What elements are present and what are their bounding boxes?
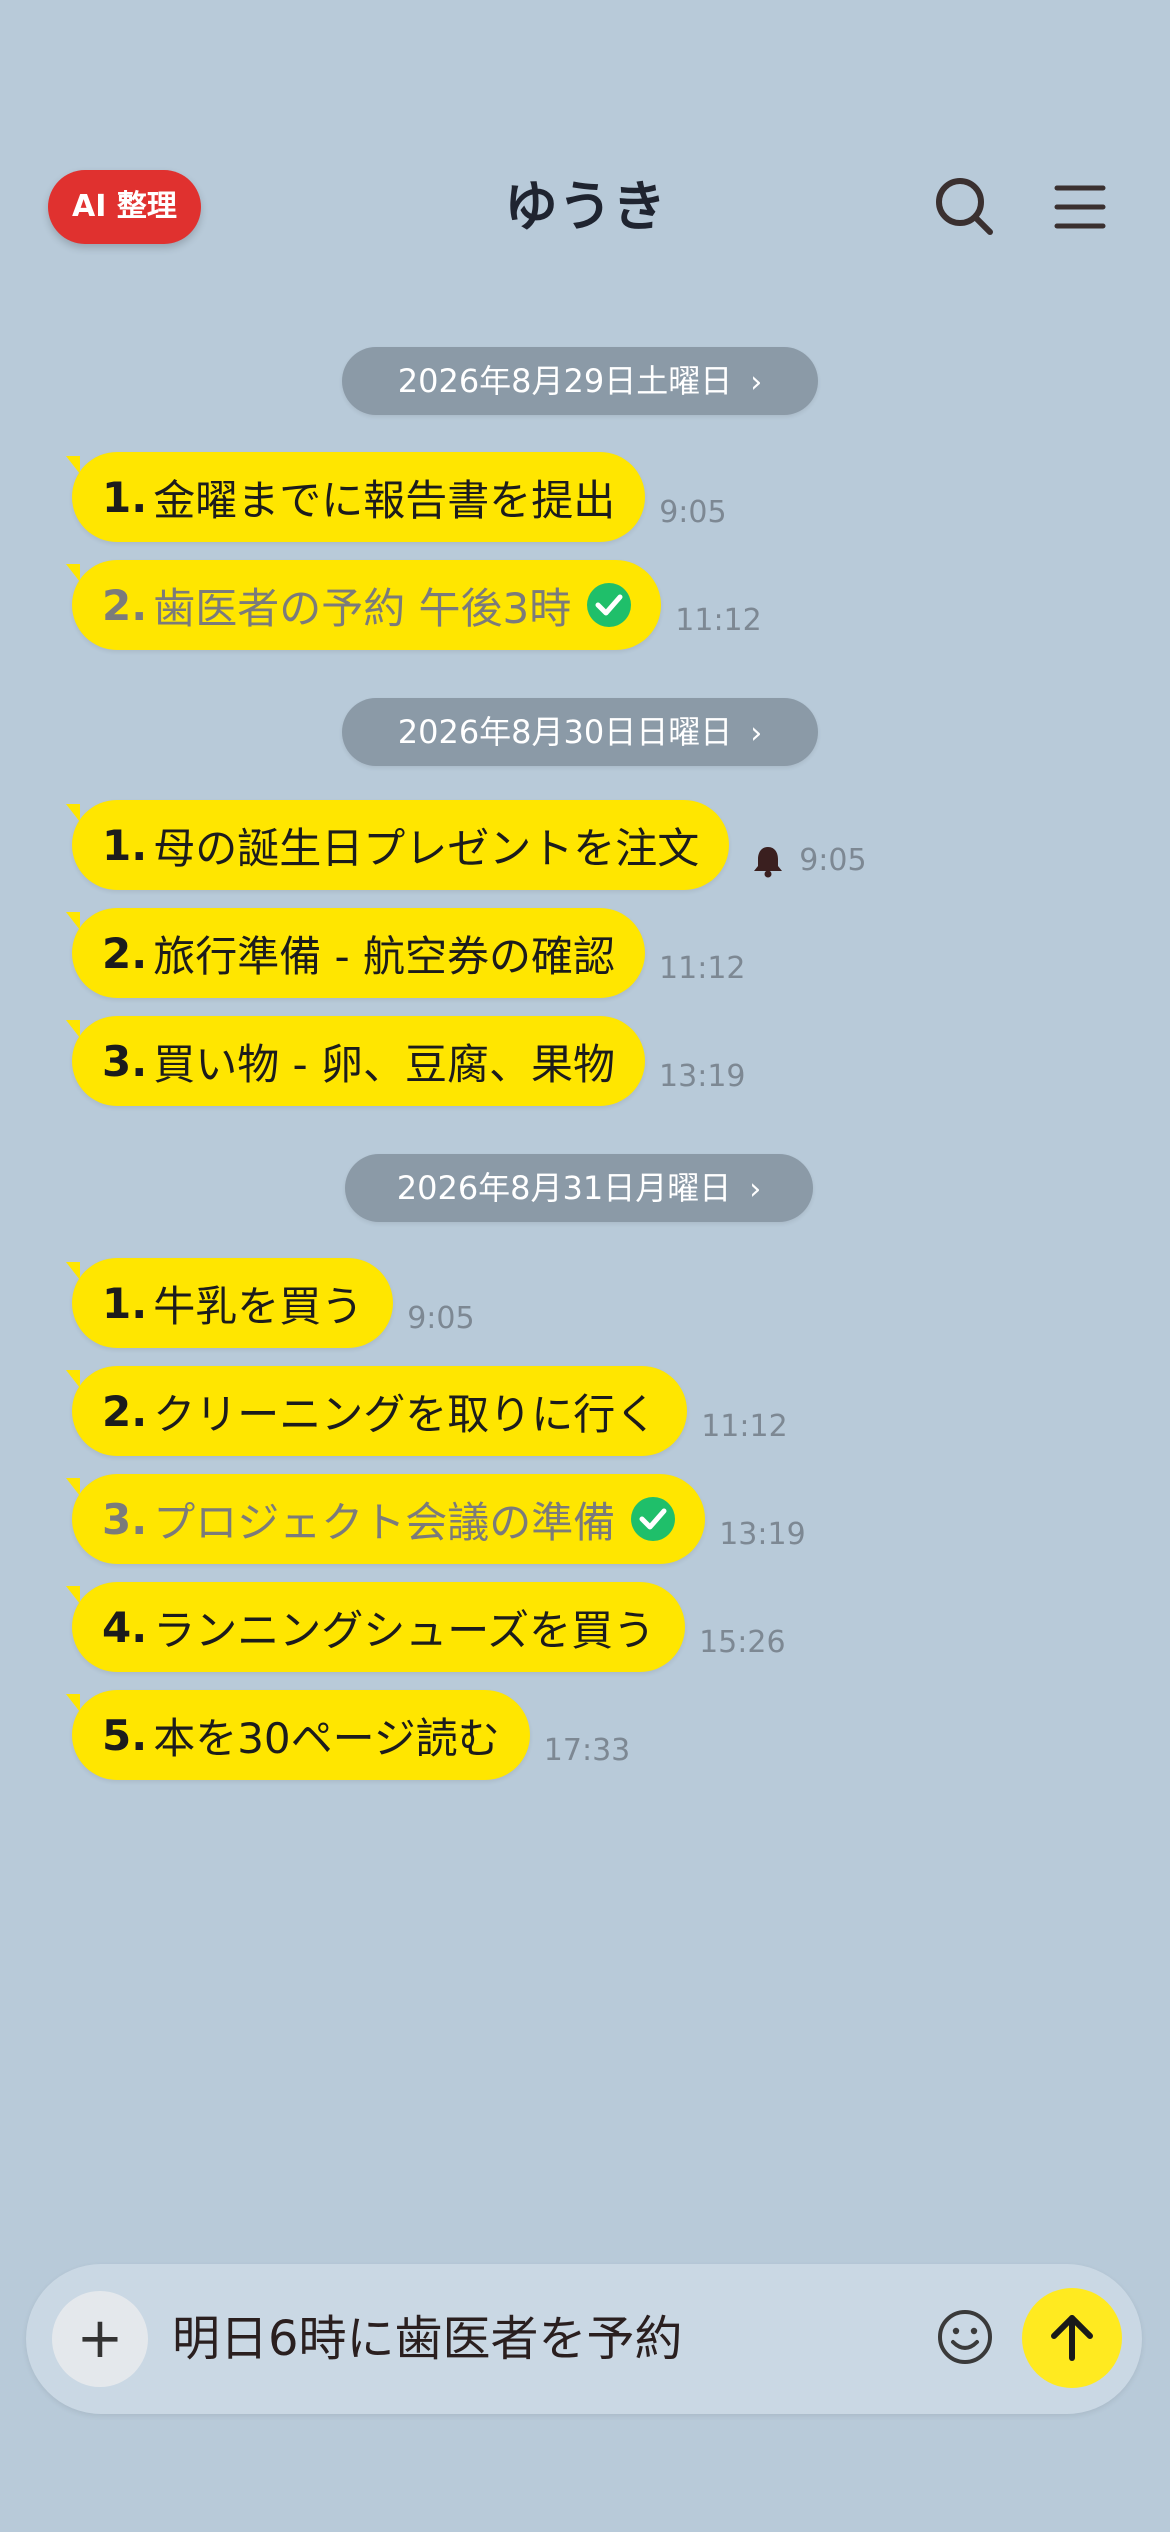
date-separator[interactable]: 2026年8月30日日曜日 › <box>342 698 818 766</box>
list-item[interactable]: 3. 買い物 - 卵、豆腐、果物 13:19 <box>65 1016 746 1106</box>
message-time: 11:12 <box>701 1409 788 1444</box>
chevron-right-icon: › <box>750 365 763 400</box>
smile-icon[interactable] <box>930 2302 1000 2372</box>
list-item[interactable]: 2. クリーニングを取りに行く 11:12 <box>65 1366 788 1456</box>
item-text: ランニングシューズを買う <box>153 1605 656 1655</box>
check-icon <box>631 1497 676 1541</box>
message-time: 9:05 <box>659 495 727 530</box>
date-separator[interactable]: 2026年8月29日土曜日 › <box>342 347 818 415</box>
item-number: 3. <box>102 1494 148 1544</box>
date-label: 2026年8月30日日曜日 <box>397 713 733 751</box>
add-button[interactable]: + <box>52 2291 148 2387</box>
message-time: 11:12 <box>659 951 746 986</box>
date-separator[interactable]: 2026年8月31日月曜日 › <box>345 1154 813 1222</box>
list-item[interactable]: 5. 本を30ページ読む 17:33 <box>66 1690 631 1780</box>
message-bubble[interactable]: 1. 牛乳を買う <box>65 1258 394 1348</box>
item-text: 歯医者の予約 午後3時 <box>153 583 572 633</box>
check-icon <box>587 583 632 627</box>
item-number: 1. <box>102 1278 148 1328</box>
message-bubble[interactable]: 1. 母の誕生日プレゼントを注文 <box>65 800 730 890</box>
message-composer: + 明日6時に歯医者を予約 <box>26 2264 1142 2414</box>
item-text: プロジェクト会議の準備 <box>153 1497 616 1547</box>
message-time: 13:19 <box>659 1059 746 1094</box>
message-time: 9:05 <box>407 1301 475 1336</box>
item-number: 3. <box>102 1036 148 1086</box>
item-text: 本を30ページ読む <box>153 1713 500 1763</box>
list-item[interactable]: 3. プロジェクト会議の準備 13:19 <box>65 1474 806 1564</box>
item-text: 旅行準備 - 航空券の確認 <box>153 931 616 981</box>
date-label: 2026年8月29日土曜日 <box>397 362 733 400</box>
message-input[interactable]: 明日6時に歯医者を予約 <box>172 2304 683 2374</box>
send-button[interactable] <box>1022 2288 1122 2388</box>
message-time: 13:19 <box>719 1517 806 1552</box>
date-label: 2026年8月31日月曜日 <box>396 1169 732 1207</box>
message-bubble[interactable]: 3. 買い物 - 卵、豆腐、果物 <box>65 1016 646 1106</box>
item-text: 牛乳を買う <box>153 1281 364 1331</box>
item-text: 買い物 - 卵、豆腐、果物 <box>153 1039 616 1089</box>
message-bubble[interactable]: 2. 旅行準備 - 航空券の確認 <box>65 908 646 998</box>
item-text: 母の誕生日プレゼントを注文 <box>153 823 700 873</box>
item-number: 5. <box>102 1710 148 1760</box>
list-item[interactable]: 2. 歯医者の予約 午後3時 11:12 <box>65 560 762 650</box>
message-bubble[interactable]: 2. クリーニングを取りに行く <box>65 1366 688 1456</box>
header: AI 整理 ゆうき <box>0 150 1170 260</box>
item-text: クリーニングを取りに行く <box>153 1389 658 1439</box>
chevron-right-icon: › <box>749 1172 762 1207</box>
message-time: 17:33 <box>543 1733 631 1768</box>
list-item[interactable]: 1. 牛乳を買う 9:05 <box>65 1258 475 1348</box>
bell-icon <box>754 847 783 878</box>
item-text: 金曜までに報告書を提出 <box>153 475 616 525</box>
message-bubble[interactable]: 1. 金曜までに報告書を提出 <box>65 452 646 542</box>
menu-icon[interactable] <box>1045 172 1115 242</box>
list-item[interactable]: 1. 母の誕生日プレゼントを注文 9:05 <box>65 800 867 890</box>
search-icon[interactable] <box>930 172 1000 242</box>
message-bubble[interactable]: 2. 歯医者の予約 午後3時 <box>65 560 662 650</box>
message-bubble[interactable]: 3. プロジェクト会議の準備 <box>65 1474 706 1564</box>
list-item[interactable]: 4. ランニングシューズを買う 15:26 <box>65 1582 786 1672</box>
chevron-right-icon: › <box>750 716 763 751</box>
list-item[interactable]: 2. 旅行準備 - 航空券の確認 11:12 <box>65 908 746 998</box>
message-bubble[interactable]: 5. 本を30ページ読む <box>66 1690 530 1780</box>
item-number: 1. <box>102 820 148 870</box>
message-time: 9:05 <box>799 843 867 878</box>
item-number: 2. <box>102 928 148 978</box>
item-number: 1. <box>102 472 148 522</box>
message-bubble[interactable]: 4. ランニングシューズを買う <box>65 1582 686 1672</box>
arrow-up-icon <box>1051 2315 1093 2361</box>
item-number: 4. <box>102 1602 148 1652</box>
message-time: 15:26 <box>699 1625 786 1660</box>
message-time: 11:12 <box>675 603 762 638</box>
list-item[interactable]: 1. 金曜までに報告書を提出 9:05 <box>65 452 727 542</box>
item-number: 2. <box>102 580 148 630</box>
item-number: 2. <box>102 1386 148 1436</box>
